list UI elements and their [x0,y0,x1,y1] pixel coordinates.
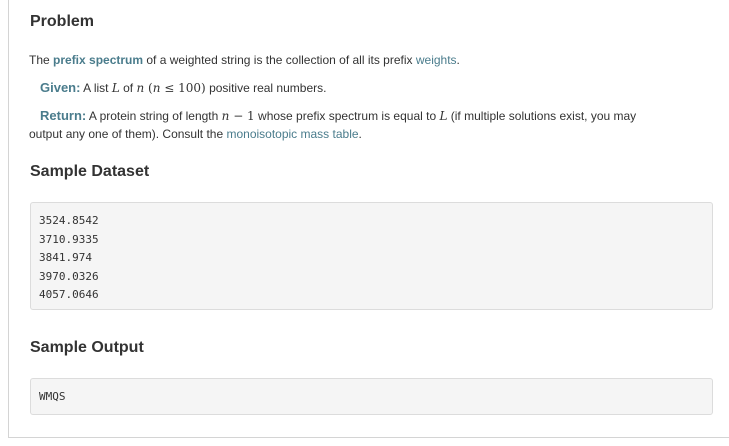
weights-link[interactable]: weights [416,53,457,67]
given-math-cond-rest: ≤ 100) [160,81,206,95]
dataset-line: 3710.9335 [39,232,99,246]
sample-dataset-box[interactable]: 3524.8542 3710.9335 3841.974 3970.0326 4… [30,202,713,310]
sample-dataset-title: Sample Dataset [30,163,150,180]
mass-table-link[interactable]: monoisotopic mass table [226,127,358,141]
return-text-3: (if multiple solutions exist, you may [447,109,637,123]
return-paragraph-cont: output any one of them). Consult the mon… [29,125,362,143]
return-label: Return: [40,108,87,123]
return-text-2: whose prefix spectrum is equal to [254,109,440,123]
given-text-1: A list [80,81,112,95]
given-paragraph: Given: A list L of n (n ≤ 100) positive … [40,79,326,97]
output-line: WMQS [39,390,66,403]
intro-paragraph: The prefix spectrum of a weighted string… [29,51,460,69]
problem-title: Problem [30,13,95,30]
given-text-3: positive real numbers. [205,81,327,95]
dataset-line: 3524.8542 [39,214,99,227]
return-math-minus: − 1 [229,109,255,123]
return-text-1: A protein string of length [86,109,222,123]
given-math-cond-open: ( [144,81,153,95]
intro-text-2: of a weighted string is the collection o… [143,53,416,67]
return-paragraph: Return: A protein string of length n − 1… [40,107,710,125]
sample-output-title: Sample Output [30,339,144,356]
given-math-L: L [111,81,120,95]
dataset-line: 4057.0646 [39,288,99,301]
intro-text-1: The [29,53,54,67]
dataset-line: 3841.974 [39,251,92,264]
sample-output-box[interactable]: WMQS [30,378,713,415]
given-label: Given: [40,80,81,95]
given-text-2: of [119,81,137,95]
intro-text-3: . [456,53,460,67]
prefix-spectrum-link[interactable]: prefix spectrum [53,53,143,67]
problem-panel: Problem The prefix spectrum of a weighte… [8,0,729,438]
return-text-5: . [358,127,362,141]
return-text-4: output any one of them). Consult the [29,127,227,141]
dataset-line: 3970.0326 [39,269,99,283]
